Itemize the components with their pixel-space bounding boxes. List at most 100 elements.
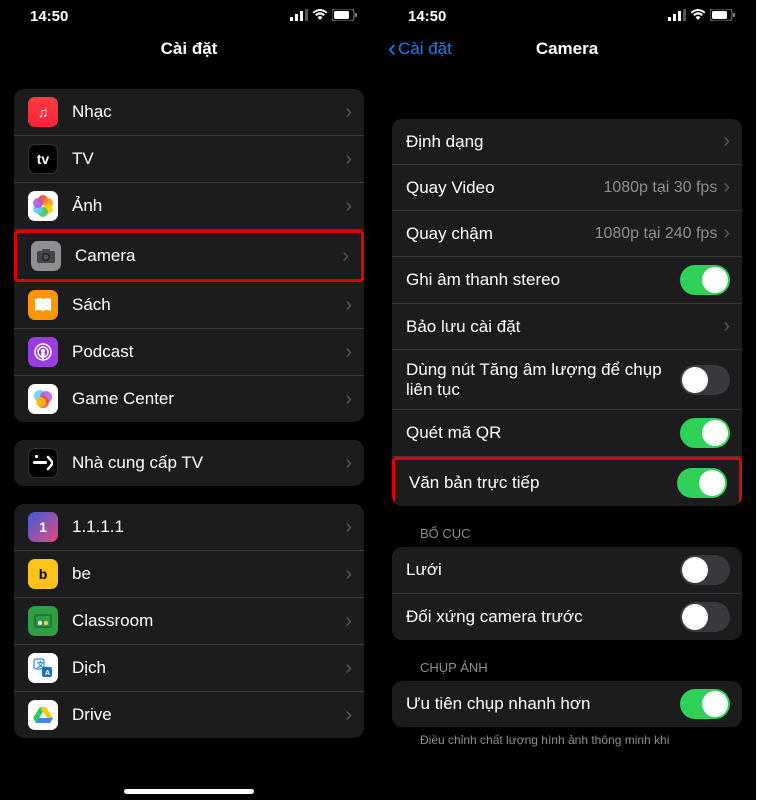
chevron-right-icon: › <box>345 452 352 475</box>
row-label: Ưu tiên chụp nhanh hơn <box>406 694 680 714</box>
battery-icon <box>332 8 358 25</box>
status-bar: 14:50 <box>378 0 756 27</box>
row-live-text: Văn bản trực tiếp <box>392 457 742 506</box>
wifi-icon <box>690 8 706 25</box>
row-record-video[interactable]: Quay Video 1080p tại 30 fps › <box>392 165 742 211</box>
chevron-right-icon: › <box>345 294 352 317</box>
row-label: Định dạng <box>406 132 723 152</box>
chevron-right-icon: › <box>345 341 352 364</box>
row-label: Sách <box>72 295 345 315</box>
settings-row-tvprovider[interactable]: Nhà cung cấp TV › <box>14 440 364 486</box>
chevron-right-icon: › <box>345 516 352 539</box>
row-label: Ghi âm thanh stereo <box>406 270 680 290</box>
chevron-left-icon: ‹ <box>388 35 396 63</box>
section-header-capture: CHỤP ẢNH <box>392 640 742 681</box>
row-grid: Lưới <box>392 547 742 594</box>
photos-icon <box>28 191 58 221</box>
row-mirror-front: Đối xứng camera trước <box>392 594 742 640</box>
row-label: be <box>72 564 345 584</box>
settings-row-tv[interactable]: tv TV › <box>14 136 364 183</box>
row-label: Lưới <box>406 560 680 580</box>
settings-row-books[interactable]: Sách › <box>14 282 364 329</box>
chevron-right-icon: › <box>723 315 730 338</box>
row-label: Bảo lưu cài đặt <box>406 317 723 337</box>
row-format[interactable]: Định dạng › <box>392 119 742 165</box>
cloudflare-1111-icon: 1 <box>28 512 58 542</box>
row-label: Quét mã QR <box>406 423 680 443</box>
tvprovider-icon <box>28 448 58 478</box>
settings-row-podcast[interactable]: Podcast › <box>14 329 364 376</box>
status-time: 14:50 <box>30 8 68 25</box>
row-label: Nhạc <box>72 102 345 122</box>
row-label: Game Center <box>72 389 345 409</box>
row-qr: Quét mã QR <box>392 410 742 457</box>
settings-content: ♫ Nhạc › tv TV › <box>0 89 378 738</box>
stereo-toggle[interactable] <box>680 265 730 295</box>
live-text-toggle[interactable] <box>677 468 727 498</box>
chevron-right-icon: › <box>345 148 352 171</box>
nav-header: Cài đặt <box>0 27 378 71</box>
svg-text:A: A <box>45 670 50 677</box>
status-bar: 14:50 <box>0 0 378 27</box>
settings-row-1111[interactable]: 1 1.1.1.1 › <box>14 504 364 551</box>
volume-burst-toggle[interactable] <box>680 365 730 395</box>
section-header-layout: BỐ CỤC <box>392 506 742 547</box>
mirror-toggle[interactable] <box>680 602 730 632</box>
chevron-right-icon: › <box>723 130 730 153</box>
home-indicator[interactable] <box>124 789 254 794</box>
back-label: Cài đặt <box>398 39 452 59</box>
section-capture: Ưu tiên chụp nhanh hơn <box>392 681 742 727</box>
row-label: Camera <box>75 246 342 266</box>
page-title: Camera <box>536 39 598 59</box>
section-third-party: 1 1.1.1.1 › b be › Classroom › 文A Dịc <box>14 504 364 738</box>
settings-row-gamecenter[interactable]: Game Center › <box>14 376 364 422</box>
section-camera-main: Định dạng › Quay Video 1080p tại 30 fps … <box>392 119 742 506</box>
grid-toggle[interactable] <box>680 555 730 585</box>
signal-icon <box>290 8 308 25</box>
be-app-icon: b <box>28 559 58 589</box>
signal-icon <box>668 8 686 25</box>
status-icons <box>290 8 358 25</box>
back-button[interactable]: ‹ Cài đặt <box>388 35 452 63</box>
row-label: 1.1.1.1 <box>72 517 345 537</box>
settings-row-translate[interactable]: 文A Dịch › <box>14 645 364 692</box>
row-value: 1080p tại 240 fps <box>595 225 718 243</box>
page-title: Cài đặt <box>161 39 218 59</box>
row-volume-burst: Dùng nút Tăng âm lượng để chụp liên tục <box>392 350 742 410</box>
settings-row-drive[interactable]: Drive › <box>14 692 364 738</box>
prioritize-toggle[interactable] <box>680 689 730 719</box>
row-stereo: Ghi âm thanh stereo <box>392 257 742 304</box>
chevron-right-icon: › <box>723 222 730 245</box>
classroom-icon <box>28 606 58 636</box>
settings-row-photos[interactable]: Ảnh › <box>14 183 364 230</box>
row-label: Nhà cung cấp TV <box>72 453 345 473</box>
status-icons <box>668 8 736 25</box>
chevron-right-icon: › <box>342 245 349 268</box>
settings-row-camera[interactable]: Camera › <box>14 230 364 282</box>
settings-root-screen: 14:50 Cài đặt ♫ Nhạc › tv TV › <box>0 0 378 800</box>
row-label: Quay chậm <box>406 224 595 244</box>
settings-row-be[interactable]: b be › <box>14 551 364 598</box>
chevron-right-icon: › <box>345 704 352 727</box>
row-label: Quay Video <box>406 178 603 198</box>
section-layout: Lưới Đối xứng camera trước <box>392 547 742 640</box>
svg-text:文: 文 <box>37 660 45 669</box>
camera-content: Định dạng › Quay Video 1080p tại 30 fps … <box>378 71 756 747</box>
section-tv-provider: Nhà cung cấp TV › <box>14 440 364 486</box>
settings-row-classroom[interactable]: Classroom › <box>14 598 364 645</box>
row-slomo[interactable]: Quay chậm 1080p tại 240 fps › <box>392 211 742 257</box>
row-label: Dùng nút Tăng âm lượng để chụp liên tục <box>406 360 680 400</box>
footer-note: Điều chỉnh chất lượng hình ảnh thông min… <box>392 727 742 747</box>
row-prioritize-faster: Ưu tiên chụp nhanh hơn <box>392 681 742 727</box>
chevron-right-icon: › <box>345 657 352 680</box>
qr-toggle[interactable] <box>680 418 730 448</box>
row-label: Drive <box>72 705 345 725</box>
drive-icon <box>28 700 58 730</box>
row-label: TV <box>72 149 345 169</box>
row-preserve[interactable]: Bảo lưu cài đặt › <box>392 304 742 350</box>
books-icon <box>28 290 58 320</box>
settings-row-music[interactable]: ♫ Nhạc › <box>14 89 364 136</box>
translate-icon: 文A <box>28 653 58 683</box>
section-media-apps: ♫ Nhạc › tv TV › <box>14 89 364 422</box>
chevron-right-icon: › <box>345 195 352 218</box>
